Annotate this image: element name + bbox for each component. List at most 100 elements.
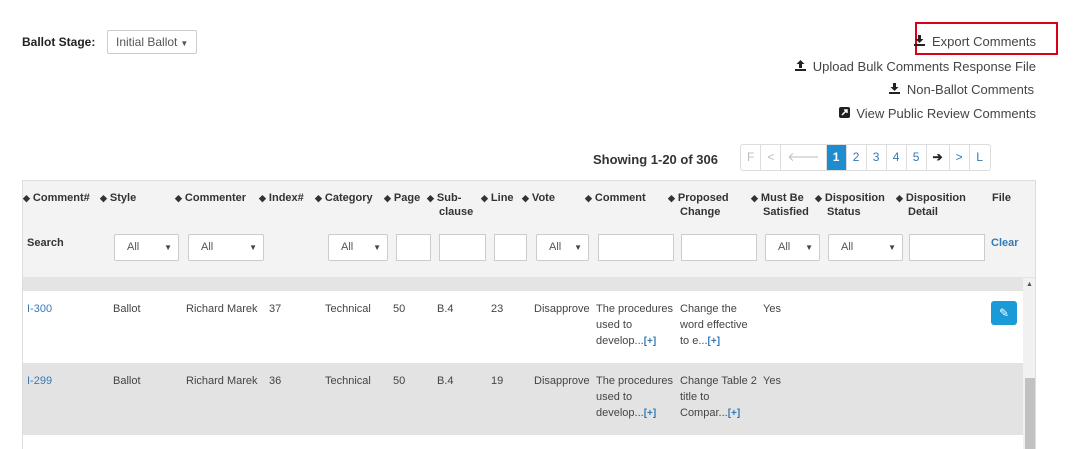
chevron-down-icon: ▼ [888,243,896,252]
comment-number-link[interactable]: I-300 [27,301,52,317]
filter-subclause-input[interactable] [439,234,486,261]
cell-line: 23 [491,303,504,315]
filter-vote-select[interactable]: All ▼ [536,234,589,261]
view-public-review-label: View Public Review Comments [856,106,1036,121]
header-commenter[interactable]: ◆ Commenter [175,191,246,205]
export-comments-link[interactable]: Export Comments [913,34,1036,49]
cell-style: Ballot [113,303,141,315]
table-row: I-300 Ballot Richard Marek 37 Technical … [23,291,1023,363]
export-comments-label: Export Comments [931,34,1036,49]
cell-index: 37 [269,303,282,315]
header-must-be-satisfied[interactable]: ◆ Must Be Satisfied [751,191,809,219]
sort-icon: ◆ [315,193,322,203]
cell-page: 50 [393,303,406,315]
header-proposed-change[interactable]: ◆ Proposed Change [668,191,729,219]
filter-line-input[interactable] [494,234,527,261]
arrow-left-icon: 🡐 [787,150,820,164]
cell-must-be-satisfied: Yes [763,375,781,387]
cell-commenter: Richard Marek [186,303,258,315]
pencil-icon: ✎ [998,306,1010,320]
external-link-icon [837,107,851,121]
filter-must-be-select[interactable]: All ▼ [765,234,820,261]
cell-category: Technical [325,375,371,387]
sort-icon: ◆ [384,193,391,203]
view-public-review-link[interactable]: View Public Review Comments [837,106,1036,121]
cell-subclause: B.4 [437,303,454,315]
cell-must-be-satisfied: Yes [763,303,781,315]
page-next[interactable]: > [950,145,970,170]
chevron-down-icon: ▼ [373,243,381,252]
header-file: File [992,192,1011,204]
filter-disposition-status-select[interactable]: All ▼ [828,234,903,261]
cell-category: Technical [325,303,371,315]
chevron-down-icon: ▼ [180,39,189,48]
filter-category-select[interactable]: All ▼ [328,234,388,261]
cell-comment: The procedures used to develop...[+] [596,303,674,347]
clear-filters-link[interactable]: Clear [991,237,1019,249]
header-subclause[interactable]: ◆ Sub-clause [427,191,473,219]
filter-page-input[interactable] [396,234,431,261]
table-row: I-299 Ballot Richard Marek 36 Technical … [23,363,1023,435]
page-4[interactable]: 4 [887,145,907,170]
sort-icon: ◆ [427,193,434,203]
table-scrollbar[interactable]: ▲ [1023,278,1035,449]
page-last[interactable]: L [970,145,990,170]
chevron-down-icon: ▼ [164,243,172,252]
header-disposition-detail[interactable]: ◆ Disposition Detail [896,191,966,219]
showing-count: Showing 1-20 of 306 [593,152,718,167]
comment-number-link[interactable]: I-299 [27,373,52,389]
cell-comment: The procedures used to develop...[+] [596,375,674,419]
page-prev-group[interactable]: 🡐 [781,145,827,170]
expand-comment-link[interactable]: [+] [644,408,657,419]
page-first[interactable]: F [741,145,762,170]
ballot-stage-select[interactable]: Initial Ballot ▼ [107,30,198,54]
filter-commenter-select[interactable]: All ▼ [188,234,264,261]
header-vote[interactable]: ◆ Vote [522,191,555,205]
filter-style-select[interactable]: All ▼ [114,234,179,261]
page-1[interactable]: 1 [826,145,847,170]
non-ballot-comments-link[interactable]: Non-Ballot Comments [888,82,1034,97]
chevron-down-icon: ▼ [574,243,582,252]
filter-proposed-input[interactable] [681,234,757,261]
header-comment[interactable]: ◆ Comment [585,191,646,205]
expand-proposed-link[interactable]: [+] [728,408,741,419]
upload-bulk-label: Upload Bulk Comments Response File [812,59,1036,74]
page-2[interactable]: 2 [847,145,867,170]
download-icon [913,35,927,49]
upload-bulk-link[interactable]: Upload Bulk Comments Response File [794,59,1036,74]
sort-icon: ◆ [175,193,182,203]
header-comment-no[interactable]: ◆ Comment# [23,191,90,205]
filter-disposition-detail-input[interactable] [909,234,985,261]
page-next-group[interactable]: ➔ [927,145,950,170]
header-line[interactable]: ◆ Line [481,191,514,205]
header-disposition-status[interactable]: ◆ Disposition Status [815,191,885,219]
cell-vote: Disapprove [534,303,590,315]
chevron-down-icon: ▼ [249,243,257,252]
sort-icon: ◆ [259,193,266,203]
page-prev[interactable]: < [761,145,782,170]
edit-button[interactable]: ✎ [991,301,1017,325]
header-index[interactable]: ◆ Index# [259,191,304,205]
expand-comment-link[interactable]: [+] [644,336,657,347]
sort-icon: ◆ [815,193,822,203]
cell-line: 19 [491,375,504,387]
cell-proposed-change: Change Table 2 title to Compar...[+] [680,375,757,419]
page-3[interactable]: 3 [867,145,887,170]
expand-proposed-link[interactable]: [+] [708,336,721,347]
header-page[interactable]: ◆ Page [384,191,420,205]
sort-icon: ◆ [896,193,903,203]
page-5[interactable]: 5 [907,145,927,170]
scroll-up-icon[interactable]: ▲ [1026,281,1033,288]
comments-table: ◆ Comment# ◆ Style ◆ Commenter ◆ Index# ◆ Cat… [22,180,1036,449]
scrollbar-thumb[interactable] [1025,378,1035,449]
cell-commenter: Richard Marek [186,375,258,387]
search-label: Search [27,237,64,249]
sort-icon: ◆ [100,193,107,203]
header-style[interactable]: ◆ Style [100,191,136,205]
table-divider [23,277,1035,291]
filter-comment-input[interactable] [598,234,674,261]
cell-proposed-change: Change the word effective to e...[+] [680,303,748,347]
pagination: F < 🡐 1 2 3 4 5 ➔ > L [740,144,991,171]
arrow-right-icon: ➔ [932,150,943,164]
header-category[interactable]: ◆ Category [315,191,373,205]
